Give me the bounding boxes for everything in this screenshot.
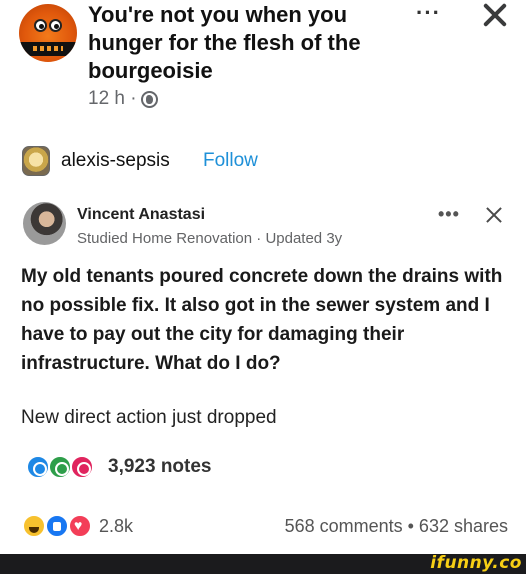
avatar-stripe [19,42,77,56]
avatar-eye-right [49,19,62,32]
heart-icon [70,455,94,479]
post-title: You're not you when you hunger for the f… [88,2,361,83]
notes-count[interactable]: 3,923 notes [108,456,212,478]
reaction-icons[interactable] [22,514,94,538]
like-icon [45,514,69,538]
globe-icon [140,90,158,108]
reblog-icon [48,455,72,479]
quora-close-icon[interactable] [486,207,502,223]
comments-shares[interactable]: 568 comments • 632 shares [285,516,508,537]
post-meta: 12 h · [88,88,158,110]
footer-bar: ifunny.co [0,553,526,574]
avatar-eye-left [34,19,47,32]
ifunny-watermark: ifunny.co [430,553,522,573]
close-icon[interactable] [480,0,510,30]
post-caption: New direct action just dropped [21,407,277,428]
more-options-button[interactable]: ··· [416,0,441,26]
quora-author-name[interactable]: Vincent Anastasi [77,206,205,224]
love-icon [68,514,92,538]
haha-icon [22,514,46,538]
follow-button[interactable]: Follow [203,150,258,172]
post-time: 12 h · [88,88,137,109]
quora-more-button[interactable]: ••• [438,204,460,225]
tumblr-avatar[interactable] [22,146,50,176]
quora-question-text: My old tenants poured concrete down the … [21,266,503,374]
tumblr-username[interactable]: alexis-sepsis [61,150,170,172]
reaction-count[interactable]: 2.8k [99,516,133,537]
mascot-avatar-icon[interactable] [19,4,77,62]
quora-author-credential: Studied Home Renovation · Updated 3y [77,230,343,247]
quora-author-avatar[interactable] [23,202,66,245]
reply-icon [26,455,50,479]
notes-icons[interactable] [26,455,100,479]
